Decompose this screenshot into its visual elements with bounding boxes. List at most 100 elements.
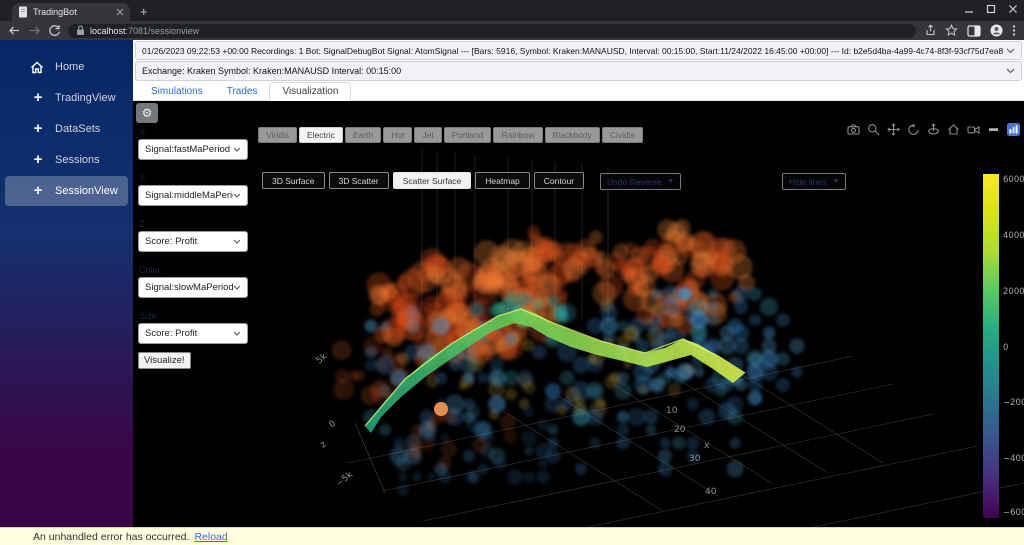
sidebar-item-home[interactable]: Home (5, 52, 128, 82)
colorbar-tick: 2000 (1003, 287, 1024, 297)
x-axis-label: X: (139, 127, 148, 137)
color-select[interactable]: Signal:slowMaPeriod (138, 277, 248, 298)
y-axis-label: Y: (139, 173, 147, 183)
colormap-jet-button[interactable]: Jet (414, 127, 441, 143)
screen: TradingBot + localhost:7081/sessionview (0, 0, 1024, 545)
session-info-text: 01/26/2023 09:22:53 +00:00 Recordings: 1… (142, 46, 1006, 56)
plot-type-3d-surface-button[interactable]: 3D Surface (262, 172, 325, 189)
colormap-earth-button[interactable]: Earth (345, 127, 381, 143)
x-axis-value: Signal:fastMaPeriod (145, 144, 233, 155)
plus-icon: + (30, 183, 46, 199)
svg-text:10: 10 (666, 406, 678, 416)
tab-trades[interactable]: Trades (215, 83, 270, 100)
favicon-icon (18, 6, 28, 18)
size-select[interactable]: Score: Profit (138, 323, 248, 344)
reload-link[interactable]: Reload (194, 531, 227, 543)
plus-icon: + (30, 90, 46, 106)
size-label: Size: (139, 311, 159, 321)
hover-closest-icon[interactable] (987, 123, 1000, 136)
sidebar-item-label: SessionView (55, 185, 118, 197)
url-host: localhost (90, 26, 126, 36)
address-input[interactable]: localhost:7081/sessionview (68, 24, 916, 38)
colormap-portland-button[interactable]: Portland (444, 127, 492, 143)
colormap-blackbody-button[interactable]: Blackbody (545, 127, 600, 143)
sidebar-item-datasets[interactable]: + DataSets (5, 114, 128, 144)
x-axis-select[interactable]: Signal:fastMaPeriod (138, 139, 248, 160)
svg-text:0: 0 (328, 419, 339, 431)
window-maximize-icon[interactable] (986, 4, 996, 14)
chevron-down-icon (233, 331, 241, 336)
visualize-button[interactable]: Visualize! (138, 352, 191, 369)
colormap-viridis-button[interactable]: Viridis (258, 127, 297, 143)
turntable-rotate-icon[interactable] (927, 123, 940, 136)
plot-type-scatter-surface-button[interactable]: Scatter Surface (393, 172, 472, 189)
profile-avatar-icon[interactable] (990, 24, 1003, 37)
plot-3d-scene[interactable]: 5k 0 −5k z 10 20 30 40 x (133, 101, 1024, 527)
sidebar: Home + TradingView + DataSets + Sessions… (0, 40, 133, 527)
reload-icon[interactable] (48, 24, 61, 37)
browser-tabstrip: TradingBot + (0, 0, 1024, 21)
tab-close-icon[interactable] (116, 8, 124, 16)
tab-visualization[interactable]: Visualization (269, 82, 351, 101)
scatter-points (332, 219, 805, 496)
zoom-icon[interactable] (867, 123, 880, 136)
pan-icon[interactable] (887, 123, 900, 136)
browser-tab[interactable]: TradingBot (12, 3, 130, 21)
y-axis-select[interactable]: Signal:middleMaPeriod (138, 185, 248, 206)
back-icon[interactable] (8, 24, 21, 37)
camera-snapshot-icon[interactable] (847, 123, 860, 136)
svg-text:30: 30 (689, 454, 701, 464)
exchange-select[interactable]: Exchange: Kraken Symbol: Kraken:MANAUSD … (135, 61, 1022, 81)
colorbar-tick: −2000 (1003, 398, 1024, 408)
colorbar-tick: 0 (1003, 343, 1008, 353)
colorbar-tick: 4000 (1003, 231, 1024, 241)
window-close-icon[interactable] (1008, 4, 1018, 14)
colormap-rainbow-button[interactable]: Rainbow (493, 127, 542, 143)
highlighted-point (434, 402, 448, 416)
sidebar-item-label: Sessions (55, 154, 100, 166)
session-select[interactable]: 01/26/2023 09:22:53 +00:00 Recordings: 1… (135, 41, 1022, 60)
plot-type-heatmap-button[interactable]: Heatmap (475, 172, 530, 189)
error-bar: An unhandled error has occurred. Reload (0, 527, 1024, 545)
tab-simulations[interactable]: Simulations (139, 83, 215, 100)
plot-type-buttons: 3D Surface 3D Scatter Scatter Surface He… (262, 172, 584, 189)
new-tab-button[interactable]: + (140, 4, 148, 19)
svg-text:x: x (704, 441, 710, 451)
size-value: Score: Profit (145, 328, 233, 339)
orbit-rotate-icon[interactable] (907, 123, 920, 136)
url-path: :7081/sessionview (126, 26, 200, 36)
plot-type-contour-button[interactable]: Contour (534, 172, 584, 189)
chevron-down-icon (233, 239, 241, 244)
chevron-down-icon (233, 193, 241, 198)
exchange-info-text: Exchange: Kraken Symbol: Kraken:MANAUSD … (142, 66, 1006, 76)
undo-reverse-label: Undo Reverse (607, 177, 661, 187)
plus-icon: + (30, 152, 46, 168)
side-panel-icon[interactable] (967, 25, 981, 37)
sidebar-item-sessionview[interactable]: + SessionView (5, 176, 128, 206)
plus-icon: + (30, 121, 46, 137)
sidebar-item-sessions[interactable]: + Sessions (5, 145, 128, 175)
window-minimize-icon[interactable] (964, 4, 974, 14)
colormap-cividis-button[interactable]: Cividis (602, 127, 643, 143)
hide-lines-select[interactable]: Hide lines ▼ (782, 173, 846, 190)
plotly-logo-icon[interactable] (1007, 123, 1020, 136)
bookmark-star-icon[interactable] (945, 24, 958, 37)
forward-icon[interactable] (28, 24, 41, 37)
visualization-panel: 5k 0 −5k z 10 20 30 40 x 6000 (133, 101, 1024, 527)
z-axis-select[interactable]: Score: Profit (138, 231, 248, 252)
colormap-hot-button[interactable]: Hot (383, 127, 412, 143)
sidebar-item-label: DataSets (55, 123, 100, 135)
undo-reverse-select[interactable]: Undo Reverse ▼ (600, 173, 681, 190)
settings-gear-button[interactable]: ⚙ (136, 103, 158, 123)
reset-camera-last-save-icon[interactable] (967, 123, 980, 136)
home-icon (30, 61, 46, 74)
colormap-electric-button[interactable]: Electric (299, 127, 343, 143)
sidebar-item-tradingview[interactable]: + TradingView (5, 83, 128, 113)
share-icon[interactable] (923, 24, 936, 37)
tab-bar: Simulations Trades Visualization (133, 81, 1024, 101)
chevron-down-icon (1006, 68, 1015, 74)
plot-type-3d-scatter-button[interactable]: 3D Scatter (329, 172, 389, 189)
menu-dots-icon[interactable] (1012, 24, 1016, 37)
plotly-modebar (847, 123, 1020, 136)
reset-camera-home-icon[interactable] (947, 123, 960, 136)
